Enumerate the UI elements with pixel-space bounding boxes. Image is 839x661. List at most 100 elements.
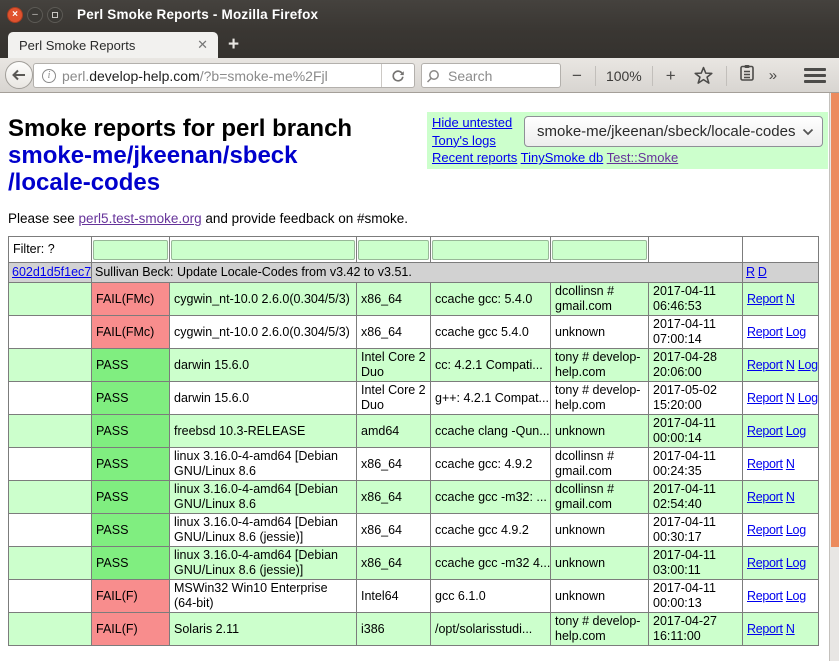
report-row: PASS linux 3.16.0-4-amd64 [Debian GNU/Li… (9, 514, 819, 547)
report-link[interactable]: N (786, 358, 795, 372)
report-link[interactable]: Log (798, 358, 818, 372)
report-link[interactable]: N (786, 457, 795, 471)
status-cell: PASS (92, 547, 170, 580)
report-link[interactable]: Log (798, 391, 818, 405)
new-tab-button[interactable]: + (228, 35, 239, 55)
status-cell: PASS (92, 349, 170, 382)
window-close-button[interactable]: × (7, 7, 23, 23)
date-cell: 2017-04-11 00:00:13 (649, 580, 743, 613)
test-smoke-org-link[interactable]: perl5.test-smoke.org (79, 211, 202, 226)
window-maximize-button[interactable] (47, 7, 63, 23)
os-cell: freebsd 10.3-RELEASE (170, 415, 357, 448)
report-link[interactable]: Log (786, 424, 806, 438)
date-cell: 2017-04-11 02:54:40 (649, 481, 743, 514)
commit-sha-link[interactable]: 602d1d5f1ec7 (12, 265, 91, 279)
filter-os-input[interactable] (171, 240, 355, 260)
report-links-cell: Report Log (743, 580, 819, 613)
date-cell: 2017-04-27 16:11:00 (649, 613, 743, 646)
report-links-cell: Report Log (743, 514, 819, 547)
arch-cell: Intel64 (357, 580, 431, 613)
tonys-logs-link[interactable]: Tony's logs (432, 133, 496, 148)
test-smoke-link[interactable]: Test::Smoke (607, 150, 679, 165)
arch-cell: amd64 (357, 415, 431, 448)
date-cell: 2017-04-11 00:30:17 (649, 514, 743, 547)
url-bar[interactable]: i perl.develop-help.com/?b=smoke-me%2Fjl (33, 63, 415, 88)
date-cell: 2017-04-11 06:46:53 (649, 283, 743, 316)
filter-compiler-input[interactable] (432, 240, 549, 260)
report-link[interactable]: Report (747, 325, 783, 339)
scrollbar-thumb[interactable] (831, 93, 839, 547)
compiler-cell: cc: 4.2.1 Compati... (431, 349, 551, 382)
menu-button[interactable] (796, 65, 834, 86)
compiler-cell: gcc 6.1.0 (431, 580, 551, 613)
toolbar-buttons: − 100% + » (565, 58, 834, 93)
results-tbody: Filter: ? 602d1d5f1ec7 Sullivan Beck: Up… (9, 237, 819, 646)
window-minimize-button[interactable]: – (27, 7, 43, 23)
scrollbar[interactable] (829, 93, 839, 661)
submitter-cell: dcollinsn # gmail.com (551, 283, 649, 316)
commit-r-link[interactable]: R (746, 265, 755, 279)
arch-cell: x86_64 (357, 481, 431, 514)
report-link[interactable]: Report (747, 292, 783, 306)
recent-reports-link[interactable]: Recent reports (432, 150, 517, 165)
tab-close-icon[interactable]: ✕ (195, 37, 210, 53)
date-cell: 2017-04-11 00:24:35 (649, 448, 743, 481)
report-link[interactable]: N (786, 622, 795, 636)
report-row: PASS darwin 15.6.0 Intel Core 2 Duo cc: … (9, 349, 819, 382)
submitter-cell: unknown (551, 547, 649, 580)
search-bar[interactable]: Search (421, 63, 561, 88)
os-cell: darwin 15.6.0 (170, 349, 357, 382)
status-cell: PASS (92, 382, 170, 415)
submitter-cell: dcollinsn # gmail.com (551, 448, 649, 481)
filter-email-input[interactable] (552, 240, 647, 260)
compiler-cell: ccache gcc -m32: ... (431, 481, 551, 514)
filter-status-input[interactable] (93, 240, 168, 260)
os-cell: darwin 15.6.0 (170, 382, 357, 415)
report-link[interactable]: Log (786, 325, 806, 339)
report-link[interactable]: Report (747, 523, 783, 537)
report-link[interactable]: N (786, 490, 795, 504)
bookmark-star-icon[interactable] (687, 66, 720, 85)
date-cell: 2017-04-28 20:06:00 (649, 349, 743, 382)
browser-tab[interactable]: Perl Smoke Reports ✕ (8, 32, 218, 58)
report-link[interactable]: Report (747, 391, 783, 405)
intro-text: Please see perl5.test-smoke.org and prov… (8, 211, 821, 226)
os-cell: linux 3.16.0-4-amd64 [Debian GNU/Linux 8… (170, 547, 357, 580)
report-link[interactable]: Log (786, 523, 806, 537)
report-link[interactable]: Report (747, 622, 783, 636)
report-link[interactable]: Report (747, 358, 783, 372)
site-info-icon[interactable]: i (42, 69, 56, 83)
overflow-menu-button[interactable]: » (761, 67, 784, 84)
report-link[interactable]: Report (747, 457, 783, 471)
report-link[interactable]: N (786, 391, 795, 405)
window-titlebar: × – Perl Smoke Reports - Mozilla Firefox (0, 0, 839, 29)
tinysmoke-db-link[interactable]: TinySmoke db (521, 150, 604, 165)
zoom-out-button[interactable]: − (565, 66, 589, 86)
report-link[interactable]: Report (747, 490, 783, 504)
report-link[interactable]: Log (786, 589, 806, 603)
compiler-cell: ccache gcc 5.4.0 (431, 316, 551, 349)
report-link[interactable]: Report (747, 589, 783, 603)
branch-select[interactable]: smoke-me/jkeenan/sbeck/locale-codes (524, 116, 823, 147)
commit-d-link[interactable]: D (758, 265, 767, 279)
submitter-cell: tony # develop-help.com (551, 382, 649, 415)
report-link[interactable]: N (786, 292, 795, 306)
report-link[interactable]: Report (747, 424, 783, 438)
zoom-in-button[interactable]: + (659, 66, 683, 86)
reload-icon (391, 69, 405, 83)
back-button[interactable] (5, 61, 33, 89)
filter-arch-input[interactable] (358, 240, 429, 260)
reload-button[interactable] (381, 63, 414, 88)
compiler-cell: ccache gcc: 4.9.2 (431, 448, 551, 481)
report-link[interactable]: Report (747, 556, 783, 570)
report-row: FAIL(FMc) cygwin_nt-10.0 2.6.0(0.304/5/3… (9, 283, 819, 316)
bookmarks-menu-icon[interactable] (733, 64, 761, 87)
page-title: Smoke reports for perl branch smoke-me/j… (8, 115, 428, 196)
status-cell: FAIL(F) (92, 580, 170, 613)
hide-untested-link[interactable]: Hide untested (432, 115, 512, 130)
report-row: PASS linux 3.16.0-4-amd64 [Debian GNU/Li… (9, 547, 819, 580)
report-link[interactable]: Log (786, 556, 806, 570)
os-cell: cygwin_nt-10.0 2.6.0(0.304/5/3) (170, 316, 357, 349)
zoom-level[interactable]: 100% (602, 68, 646, 84)
smoke-results-table: Filter: ? 602d1d5f1ec7 Sullivan Beck: Up… (8, 236, 819, 646)
